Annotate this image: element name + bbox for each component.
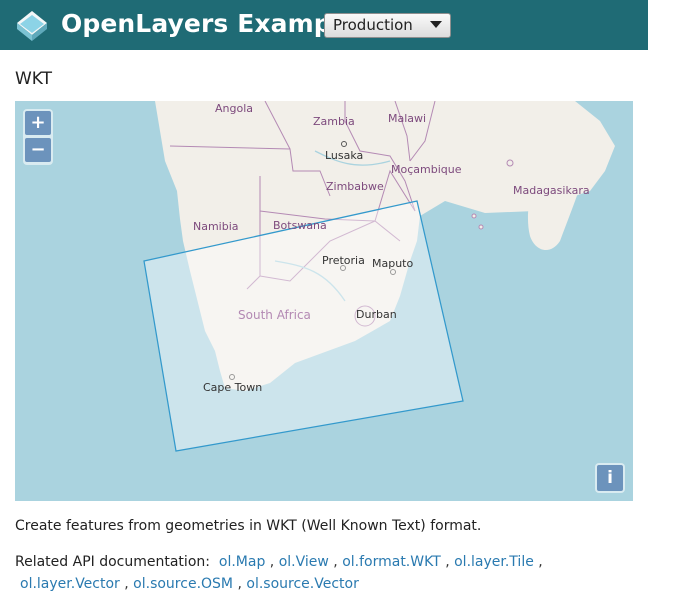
map-label-botswana: Botswana	[273, 219, 327, 232]
map-label-madagasikara: Madagasikara	[513, 184, 590, 197]
map-label-angola: Angola	[215, 102, 254, 115]
map-label-lusaka: Lusaka	[325, 149, 364, 162]
map-label-zambia: Zambia	[313, 115, 355, 128]
api-link-ol-layer-vector[interactable]: ol.layer.Vector	[20, 576, 120, 592]
example-description: Create features from geometries in WKT (…	[15, 518, 482, 534]
api-link-ol-map[interactable]: ol.Map	[219, 554, 265, 570]
attribution-info-button[interactable]: i	[597, 465, 623, 491]
map-label-malawi: Malawi	[388, 112, 427, 125]
map-label-mocambique: Moçambique	[391, 163, 462, 176]
version-select[interactable]: Production	[324, 13, 451, 38]
openlayers-logo-icon[interactable]	[14, 8, 50, 44]
map-label-cape-town: Cape Town	[203, 381, 263, 394]
api-link-ol-source-vector[interactable]: ol.source.Vector	[246, 576, 358, 592]
separator: ,	[269, 554, 275, 570]
api-link-ol-view[interactable]: ol.View	[279, 554, 329, 570]
related-api-docs: Related API documentation: ol.Map , ol.V…	[15, 551, 575, 595]
map-label-zimbabwe: Zimbabwe	[326, 180, 384, 193]
separator: ,	[333, 554, 338, 570]
version-select-value: Production	[333, 16, 413, 34]
zoom-control: + −	[23, 109, 53, 165]
separator: ,	[538, 554, 543, 570]
island-dot	[506, 159, 514, 167]
navbar: OpenLayers Examples Production	[0, 0, 648, 50]
zoom-in-button[interactable]: +	[25, 111, 51, 135]
attribution-control: i	[595, 463, 625, 493]
separator: ,	[124, 576, 129, 592]
separator: ,	[237, 576, 242, 592]
page-title: WKT	[15, 69, 53, 89]
map-label-namibia: Namibia	[193, 220, 239, 233]
map-tiles	[143, 101, 615, 452]
map-label-south-africa: South Africa	[238, 308, 311, 322]
api-link-ol-format-wkt[interactable]: ol.format.WKT	[342, 554, 441, 570]
island-dot	[478, 224, 484, 230]
zoom-out-button[interactable]: −	[25, 138, 51, 162]
separator: ,	[445, 554, 450, 570]
map-viewport[interactable]: Angola Zambia Malawi Lusaka Moçambique Z…	[15, 101, 633, 501]
map-label-pretoria: Pretoria	[322, 254, 365, 267]
map-label-durban: Durban	[356, 308, 397, 321]
chevron-down-icon	[430, 21, 442, 28]
map-label-maputo: Maputo	[372, 257, 414, 270]
api-link-ol-source-osm[interactable]: ol.source.OSM	[133, 576, 233, 592]
related-api-prefix: Related API documentation:	[15, 554, 210, 570]
island-dot	[471, 213, 477, 219]
api-link-ol-layer-tile[interactable]: ol.layer.Tile	[454, 554, 534, 570]
